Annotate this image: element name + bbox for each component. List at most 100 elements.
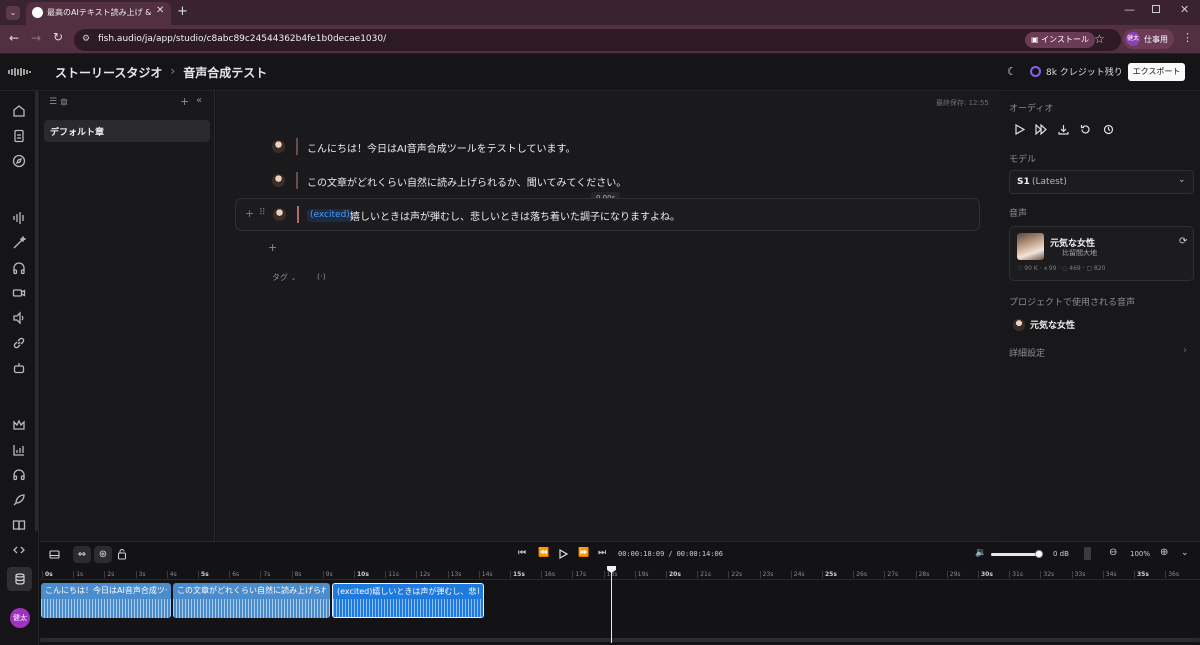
model-select[interactable]: S1 (Latest) ⌄ <box>1009 170 1194 194</box>
credits-indicator[interactable]: 8k クレジット残り <box>1030 65 1123 78</box>
next-icon[interactable]: ⏩ <box>578 548 589 558</box>
speaker-icon[interactable] <box>12 311 28 327</box>
history-icon[interactable] <box>1103 124 1114 135</box>
chart-icon[interactable] <box>12 443 28 459</box>
new-tab-icon[interactable]: + <box>177 4 188 19</box>
script-line-active[interactable]: + ⠿ (excited) 嬉しいときは声が弾むし、悲しいときは落ち着いた調子に… <box>235 198 980 231</box>
swap-voice-icon[interactable]: ⟳ <box>1179 236 1187 247</box>
home-icon[interactable] <box>12 104 28 120</box>
tag-button[interactable]: タグ ⌄ <box>272 272 296 283</box>
chapter-item[interactable]: デフォルト章 <box>44 120 210 142</box>
add-chapter-icon[interactable]: + <box>180 95 189 108</box>
breadcrumb-root[interactable]: ストーリースタジオ <box>55 64 162 81</box>
tag-extra[interactable]: (·) <box>317 272 326 281</box>
browser-tab[interactable]: 最高のAIテキスト読み上げ & 無料... ✕ <box>26 2 171 25</box>
minimize-icon[interactable]: — <box>1124 3 1135 16</box>
script-line[interactable]: こんにちは！今日はAI音声合成ツールをテストしています。 <box>270 138 970 156</box>
audio-clip[interactable]: この文章がどれくらい自然に読み上げられ... <box>173 583 330 618</box>
volume-icon[interactable]: 🔉 <box>975 548 986 558</box>
magic-wand-icon[interactable] <box>12 236 28 252</box>
back-icon[interactable]: ← <box>9 31 19 45</box>
url-field[interactable]: ⚙ fish.audio/ja/app/studio/c8abc89c24544… <box>74 29 1121 51</box>
user-avatar[interactable]: 健太 <box>10 608 30 628</box>
line-text[interactable]: この文章がどれくらい自然に読み上げられるか、聞いてみてください。 <box>307 174 626 189</box>
zoom-in-icon[interactable]: ⊕ <box>1160 547 1168 558</box>
install-button[interactable]: ▣ インストール <box>1025 32 1095 48</box>
document-icon[interactable] <box>12 129 28 145</box>
browser-menu-icon[interactable]: ⋮ <box>1182 31 1193 44</box>
bookmark-star-icon[interactable]: ☆ <box>1094 32 1105 46</box>
volume-slider[interactable] <box>991 550 1043 558</box>
code-icon[interactable] <box>12 543 28 559</box>
headphones-icon[interactable] <box>12 261 28 277</box>
timeline-scrollbar[interactable] <box>40 638 1200 642</box>
tab-list-button[interactable]: ⌄ <box>6 6 20 20</box>
skip-end-icon[interactable]: ⏭ <box>598 548 606 558</box>
snap-toggle-button[interactable]: ⊛ <box>94 546 112 563</box>
ruler[interactable] <box>40 568 1200 580</box>
skip-start-icon[interactable]: ⏮ <box>518 548 526 558</box>
project-title[interactable]: 音声合成テスト <box>183 64 267 81</box>
speaker-avatar[interactable] <box>272 174 285 187</box>
waveform-icon[interactable] <box>12 211 28 227</box>
video-icon[interactable] <box>12 286 28 302</box>
emotion-tag[interactable]: (excited) <box>307 209 353 222</box>
previous-icon[interactable]: ⏪ <box>538 548 549 558</box>
ruler-tick: 21s <box>697 571 711 578</box>
regenerate-icon[interactable] <box>1080 124 1091 135</box>
script-line[interactable]: この文章がどれくらい自然に読み上げられるか、聞いてみてください。 <box>270 172 970 190</box>
fast-forward-icon[interactable] <box>1035 124 1047 135</box>
chevron-down-icon: ⌄ <box>290 274 297 282</box>
ruler-tick: 20s <box>666 571 681 578</box>
reload-icon[interactable]: ↻ <box>53 30 63 44</box>
voice-card[interactable]: 元気な女性 比留間大地 ⟳ ♡ 90 K · ⪡ 99 · ◌ 469 · ▢ … <box>1009 226 1194 281</box>
audio-clip[interactable]: こんにちは！今日はAI音声合成ツー... <box>41 583 171 618</box>
ruler-tick: 34s <box>1102 571 1117 578</box>
timeline-menu-icon[interactable]: ⌄ <box>1181 548 1189 558</box>
lock-icon[interactable] <box>117 548 127 560</box>
book-icon[interactable] <box>12 518 28 534</box>
timeline-play-icon[interactable] <box>558 549 568 559</box>
line-text[interactable]: こんにちは！今日はAI音声合成ツールをテストしています。 <box>307 140 576 155</box>
crown-icon[interactable] <box>12 418 28 434</box>
forward-icon[interactable]: → <box>31 31 41 45</box>
zoom-out-icon[interactable]: ⊖ <box>1109 547 1117 558</box>
add-line-icon[interactable]: + <box>245 207 254 220</box>
layout-icon[interactable] <box>49 549 60 560</box>
advanced-settings-label: 詳細設定 <box>1009 349 1046 359</box>
rocket-icon[interactable] <box>12 493 28 509</box>
export-button[interactable]: エクスポート <box>1128 63 1185 81</box>
restore-icon[interactable] <box>1152 5 1160 13</box>
link-icon[interactable] <box>12 336 28 352</box>
speaker-avatar[interactable] <box>273 208 286 221</box>
address-bar-row: ← → ↻ ⚙ fish.audio/ja/app/studio/c8abc89… <box>0 25 1200 54</box>
link-toggle-button[interactable]: ⇔ <box>73 546 91 563</box>
play-icon[interactable] <box>1014 124 1025 135</box>
download-icon[interactable] <box>1058 124 1069 135</box>
drag-handle-icon[interactable]: ⠿ <box>259 208 266 218</box>
profile-button[interactable]: 健太 仕事用 <box>1123 29 1174 49</box>
compass-icon[interactable] <box>12 154 28 170</box>
support-headset-icon[interactable] <box>12 468 28 484</box>
fish-audio-logo-icon[interactable] <box>8 67 32 77</box>
database-button[interactable] <box>7 567 32 591</box>
chapters-scrollbar[interactable] <box>35 91 38 531</box>
collapse-panel-icon[interactable]: « <box>196 95 202 106</box>
volume-knob[interactable] <box>1035 550 1043 558</box>
advanced-settings[interactable]: 詳細設定 › <box>1009 345 1194 360</box>
robot-icon[interactable] <box>12 361 28 377</box>
time-total: 00:00:14:06 <box>676 550 723 558</box>
line-text[interactable]: 嬉しいときは声が弾むし、悲しいときは落ち着いた調子になりますよね。 <box>350 208 680 223</box>
add-line-button-icon[interactable]: + <box>268 241 277 254</box>
ruler-tick: 27s <box>884 571 898 578</box>
playhead[interactable] <box>611 567 612 643</box>
voice-stats: ♡ 90 K · ⪡ 99 · ◌ 469 · ▢ 820 <box>1017 265 1106 272</box>
audio-clip-selected[interactable]: (excited)嬉しいときは声が弾むし、悲し... <box>332 583 484 618</box>
site-info-icon[interactable]: ⚙ <box>82 34 90 44</box>
speaker-avatar[interactable] <box>272 140 285 153</box>
theme-toggle-icon[interactable]: ☾ <box>1007 65 1017 78</box>
close-window-icon[interactable]: ✕ <box>1180 3 1189 16</box>
zoom-level: 100% <box>1130 550 1151 558</box>
project-voice-item[interactable]: 元気な女性 <box>1013 318 1075 331</box>
close-tab-icon[interactable]: ✕ <box>156 5 164 16</box>
